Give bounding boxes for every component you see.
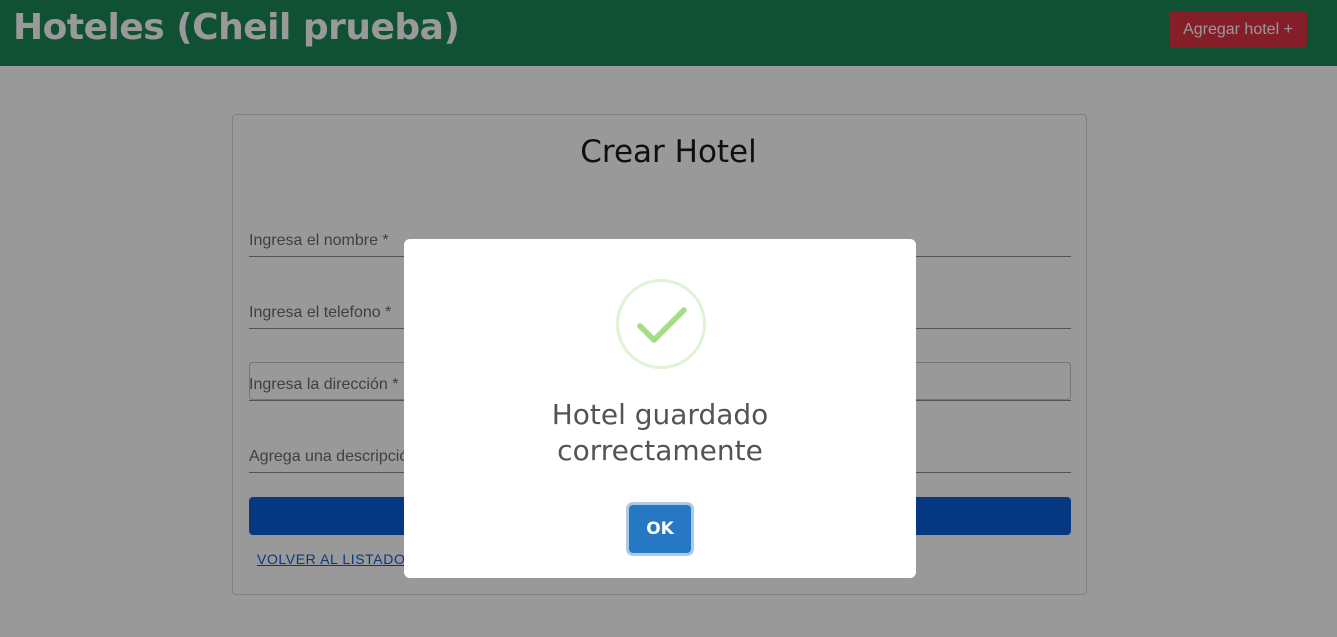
dialog-title-line-1: Hotel guardado [551,398,769,431]
page: Hoteles (Cheil prueba) Agregar hotel + C… [0,0,1337,637]
success-check-icon [616,279,706,369]
dialog-title: Hotel guardado correctamente [404,397,916,469]
success-dialog: Hotel guardado correctamente OK [404,239,916,578]
ok-button[interactable]: OK [629,505,691,553]
dialog-title-line-2: correctamente [557,434,763,467]
